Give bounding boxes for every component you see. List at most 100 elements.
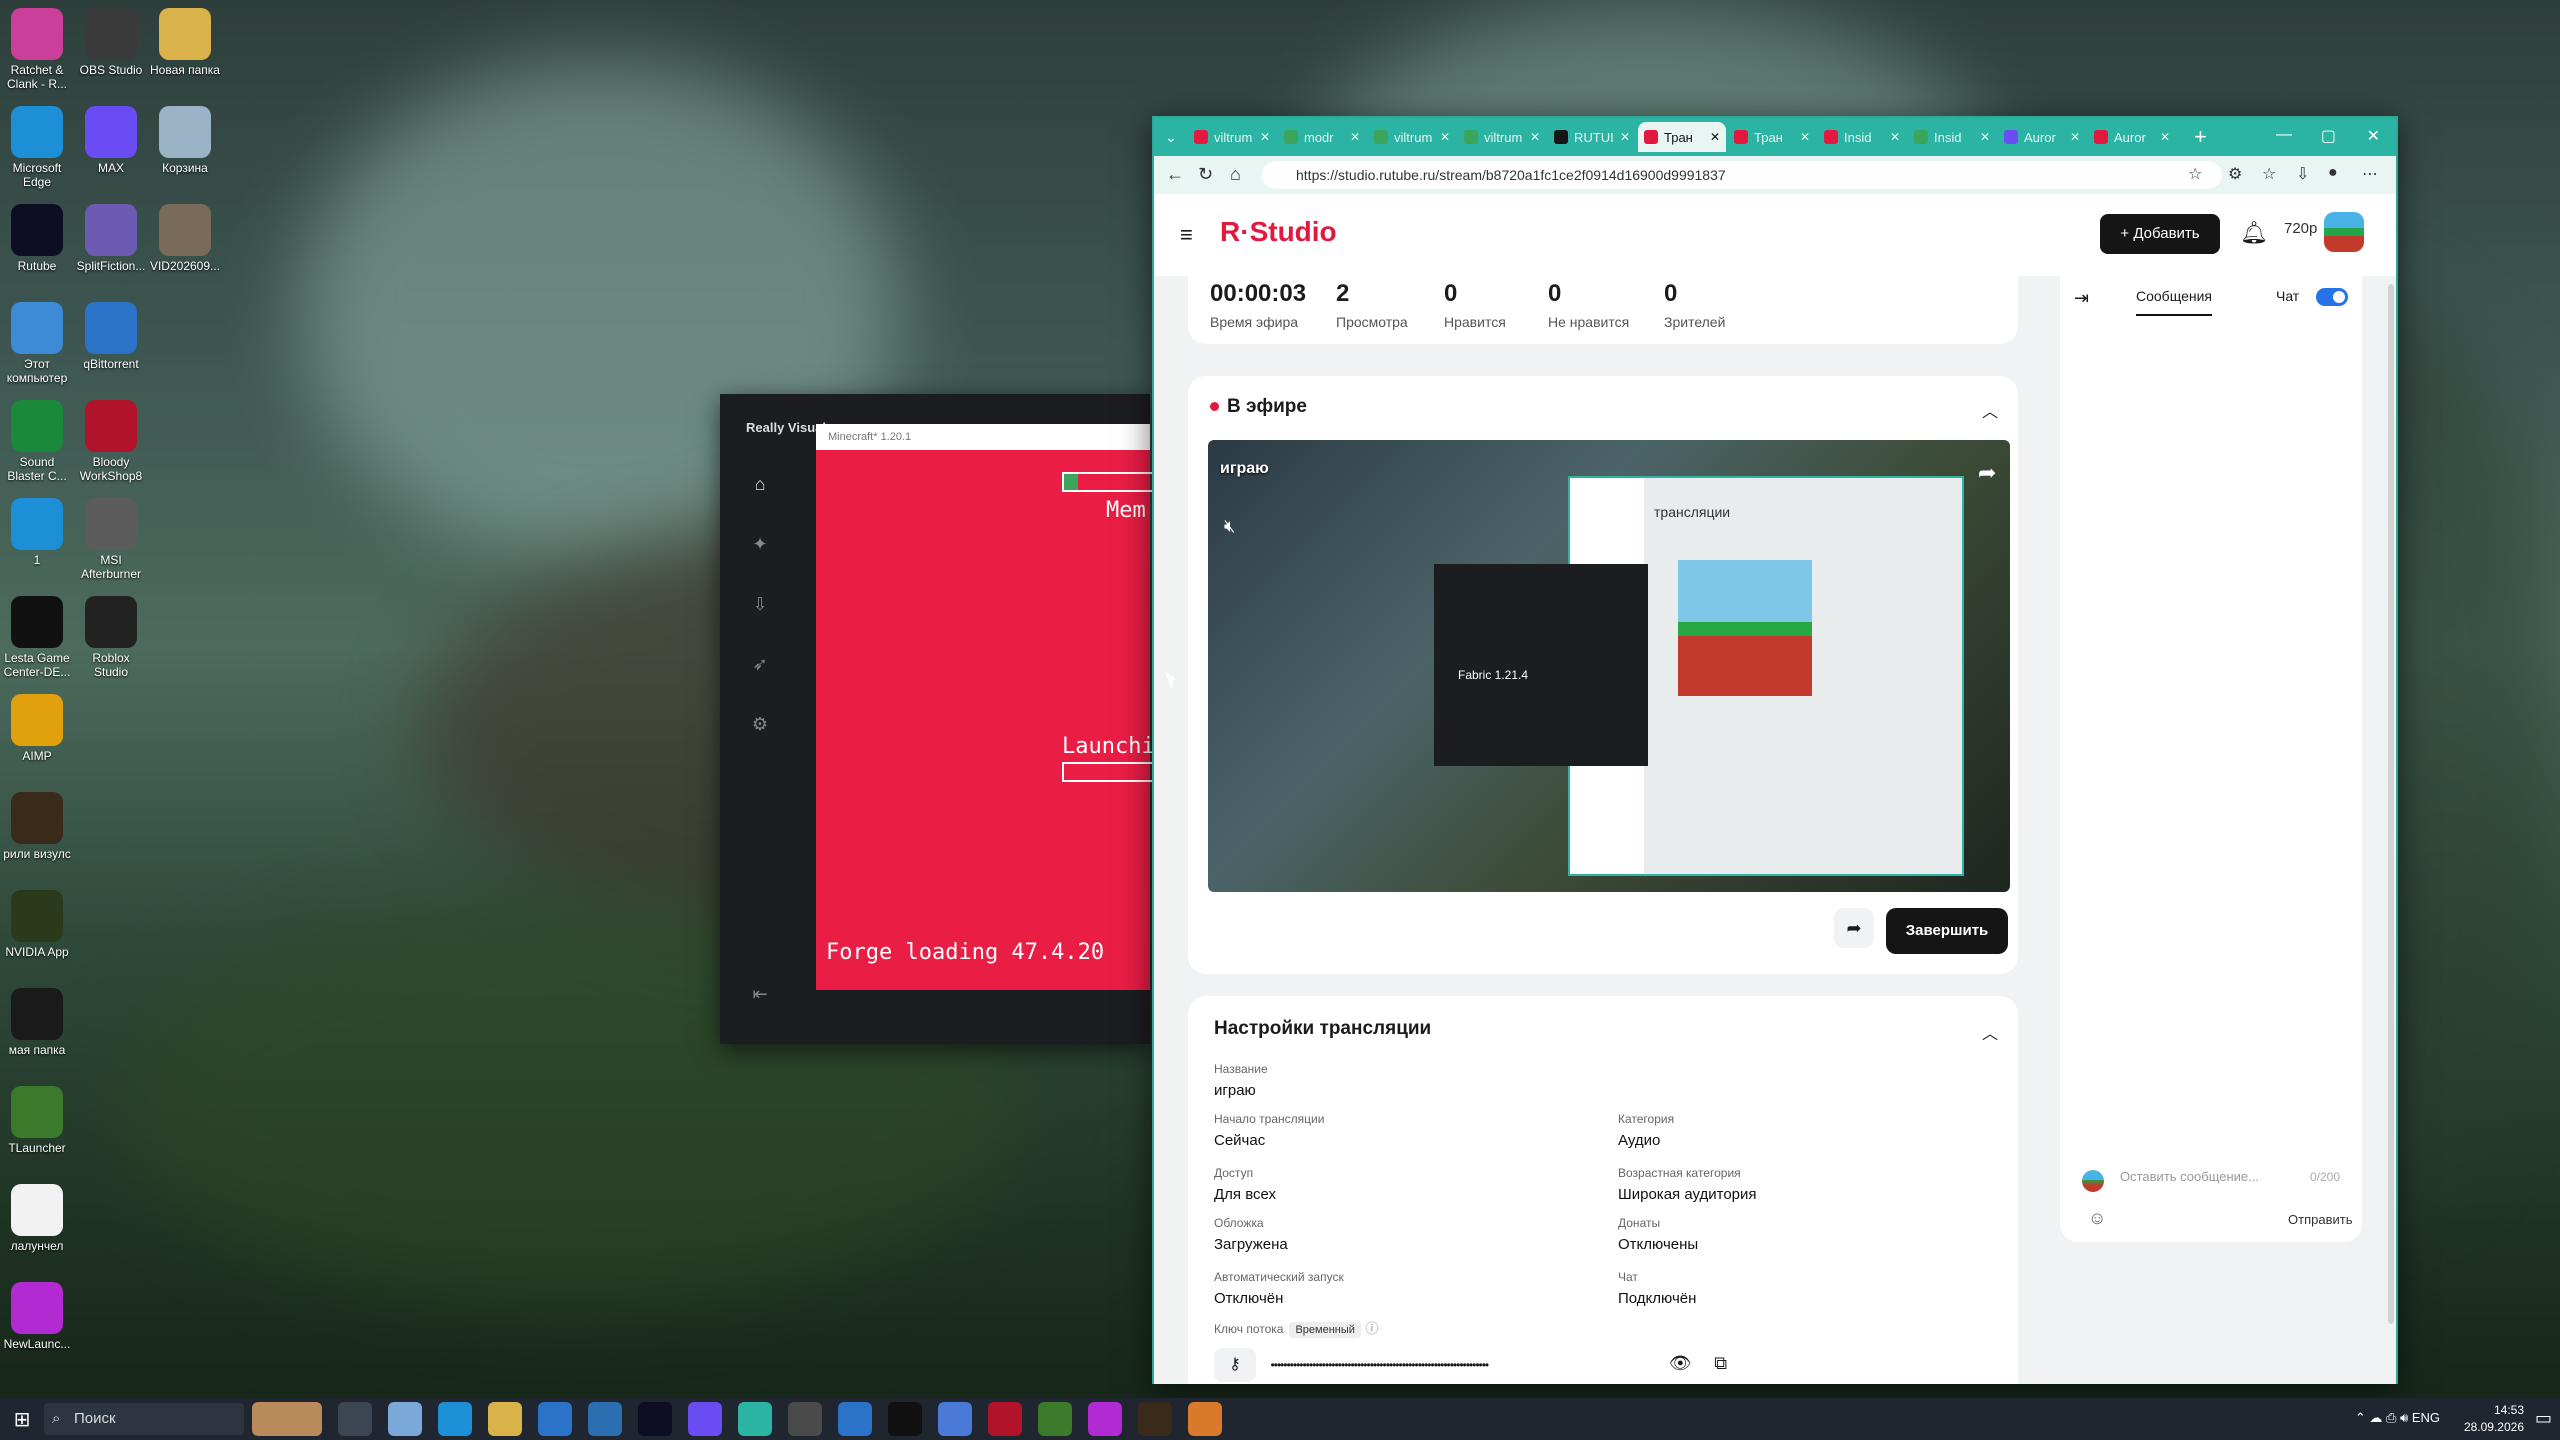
close-tab-icon[interactable]: ✕ (1350, 130, 1360, 144)
close-tab-icon[interactable]: ✕ (1980, 130, 1990, 144)
end-stream-button[interactable]: Завершить (1886, 908, 2008, 954)
close-tab-icon[interactable]: ✕ (1710, 130, 1720, 144)
field-chat[interactable]: Чат Подключён (1618, 1270, 1696, 1307)
taskbar-app2-icon[interactable] (938, 1402, 972, 1436)
taskbar-minecraft-icon[interactable] (1038, 1402, 1072, 1436)
close-tab-icon[interactable]: ✕ (1530, 130, 1540, 144)
desktop-icon-7[interactable]: SplitFiction... (74, 200, 148, 273)
field-access[interactable]: Доступ Для всех (1214, 1166, 1276, 1203)
desktop-icon-22[interactable]: лалунчел (0, 1180, 74, 1253)
desktop-icon-2[interactable]: Новая папка (148, 4, 222, 77)
desktop-icon-14[interactable]: MSI Afterburner (74, 494, 148, 581)
chat-message-input[interactable]: Оставить сообщение... (2120, 1169, 2390, 1199)
stream-preview[interactable]: трансляции Fabric 1.21.4 играю ➦ 🔇︎ (1208, 440, 2010, 892)
send-button[interactable]: Отправить (2288, 1212, 2352, 1227)
taskbar-bloody-icon[interactable] (988, 1402, 1022, 1436)
taskbar-explorer-icon[interactable] (488, 1402, 522, 1436)
desktop-icon-13[interactable]: 1 (0, 494, 74, 567)
taskbar-outlook-icon[interactable] (588, 1402, 622, 1436)
desktop-icon-12[interactable]: Bloody WorkShop8 (74, 396, 148, 483)
desktop-icon-5[interactable]: Корзина (148, 102, 222, 175)
desktop-icon-0[interactable]: Ratchet & Clank - R... (0, 4, 74, 91)
tab-1[interactable]: modr ✕ (1278, 122, 1366, 152)
tab-7[interactable]: Insid ✕ (1818, 122, 1906, 152)
back-icon[interactable]: ← (1166, 164, 1184, 185)
field-name[interactable]: Название играю (1214, 1062, 1268, 1099)
taskbar-cloud-icon[interactable] (388, 1402, 422, 1436)
system-tray[interactable]: ⌃ ☁ ⎙ 🔊︎ ENG (2355, 1410, 2440, 1426)
desktop-icon-21[interactable]: TLauncher (0, 1082, 74, 1155)
tab-9[interactable]: Auror ✕ (1998, 122, 2086, 152)
desktop-icon-10[interactable]: qBittorrent (74, 298, 148, 371)
field-cover[interactable]: Обложка Загружена (1214, 1216, 1288, 1253)
tab-2[interactable]: viltrum ✕ (1368, 122, 1456, 152)
taskbar-max-icon[interactable] (688, 1402, 722, 1436)
collapse-live-icon[interactable]: ︿ (1982, 398, 1998, 422)
tab-10[interactable]: Auror ✕ (2088, 122, 2176, 152)
close-tab-icon[interactable]: ✕ (1440, 130, 1450, 144)
tab-0[interactable]: viltrum ✕ (1188, 122, 1276, 152)
desktop-icon-4[interactable]: MAX (74, 102, 148, 175)
close-tab-icon[interactable]: ✕ (1620, 130, 1630, 144)
close-tab-icon[interactable]: ✕ (1260, 130, 1270, 144)
bookmark-star-icon[interactable]: ☆ (2188, 164, 2202, 184)
help-icon[interactable]: ⓘ (1365, 1321, 1378, 1336)
page-scrollbar[interactable] (2388, 284, 2394, 1324)
browser-window[interactable]: ⌄ viltrum ✕ modr ✕ viltrum ✕ viltrum ✕ RUTUI ✕ Тра… (1152, 116, 2398, 1384)
taskbar-lesta-icon[interactable] (888, 1402, 922, 1436)
rocket-icon[interactable]: ➶ (748, 654, 772, 678)
field-start[interactable]: Начало трансляции Сейчас (1214, 1112, 1324, 1149)
task-view-icon[interactable] (338, 1402, 372, 1436)
home-icon[interactable]: ⌂ (748, 474, 772, 498)
favorites-icon[interactable]: ☆ (2262, 164, 2276, 184)
download-icon[interactable]: ⇩ (748, 594, 772, 618)
clock[interactable]: 14:53 28.09.2026 (2464, 1402, 2524, 1436)
field-autostart[interactable]: Автоматический запуск Отключён (1214, 1270, 1344, 1307)
field-age[interactable]: Возрастная категория Широкая аудитория (1618, 1166, 1757, 1203)
taskbar-newlauncher-icon[interactable] (1088, 1402, 1122, 1436)
tab-search-icon[interactable]: ⌄ (1154, 129, 1188, 146)
quality-label[interactable]: 720p (2284, 220, 2317, 237)
stream-key-value[interactable]: ••••••••••••••••••••••••••••••••••••••••… (1270, 1358, 1650, 1372)
taskbar-store-icon[interactable] (538, 1402, 572, 1436)
field-category[interactable]: Категория Аудио (1618, 1112, 1674, 1149)
desktop-icon-16[interactable]: Roblox Studio (74, 592, 148, 679)
taskbar-obs-icon[interactable] (788, 1402, 822, 1436)
close-tab-icon[interactable]: ✕ (1890, 130, 1900, 144)
minecraft-loading-window[interactable]: Minecraft* 1.20.1 Mem Launchi Forge load… (816, 424, 1162, 990)
collapse-settings-icon[interactable]: ︿ (1982, 1020, 1998, 1044)
notifications-icon[interactable]: ▭ (2535, 1408, 2552, 1429)
desktop-icon-11[interactable]: Sound Blaster C... (0, 396, 74, 483)
logout-icon[interactable]: ⇤ (748, 984, 772, 1008)
studio-logo[interactable]: R·Studio (1220, 216, 1337, 248)
desktop-icon-15[interactable]: Lesta Game Center-DE... (0, 592, 74, 679)
downloads-icon[interactable]: ⇩ (2296, 164, 2309, 184)
taskbar-qbittorrent-icon[interactable] (838, 1402, 872, 1436)
tab-6[interactable]: Тран ✕ (1728, 122, 1816, 152)
chat-toggle[interactable] (2316, 288, 2348, 306)
minimize-icon[interactable]: — (2276, 126, 2292, 144)
close-window-icon[interactable]: ✕ (2367, 126, 2380, 146)
field-donates[interactable]: Донаты Отключены (1618, 1216, 1698, 1253)
home-browser-icon[interactable]: ⌂ (1230, 164, 1241, 185)
gear-icon[interactable]: ⚙ (748, 714, 772, 738)
close-tab-icon[interactable]: ✕ (2070, 130, 2080, 144)
show-key-eye-icon[interactable]: 👁︎ (1669, 1353, 1692, 1373)
desktop-icon-1[interactable]: OBS Studio (74, 4, 148, 77)
close-tab-icon[interactable]: ✕ (2160, 130, 2170, 144)
tab-5[interactable]: Тран ✕ (1638, 122, 1726, 152)
tab-4[interactable]: RUTUI ✕ (1548, 122, 1636, 152)
taskbar-app-icon[interactable] (738, 1402, 772, 1436)
puzzle-icon[interactable]: ✦ (748, 534, 772, 558)
bell-icon[interactable]: 🔔︎ (2240, 220, 2268, 246)
desktop-icon-18[interactable]: рили визулс (0, 788, 74, 861)
desktop-icon-6[interactable]: Rutube (0, 200, 74, 273)
taskbar-edge-icon[interactable] (438, 1402, 472, 1436)
share-button[interactable]: ➦ (1834, 908, 1874, 948)
address-bar[interactable]: https://studio.rutube.ru/stream/b8720a1f… (1262, 161, 2222, 189)
desktop-icon-8[interactable]: VID202609... (148, 200, 222, 273)
desktop-icon-3[interactable]: Microsoft Edge (0, 102, 74, 189)
taskbar-widget-icon[interactable] (252, 1402, 322, 1436)
copy-key-icon[interactable]: ⧉ (1714, 1353, 1727, 1373)
hamburger-icon[interactable]: ≡ (1180, 222, 1193, 248)
